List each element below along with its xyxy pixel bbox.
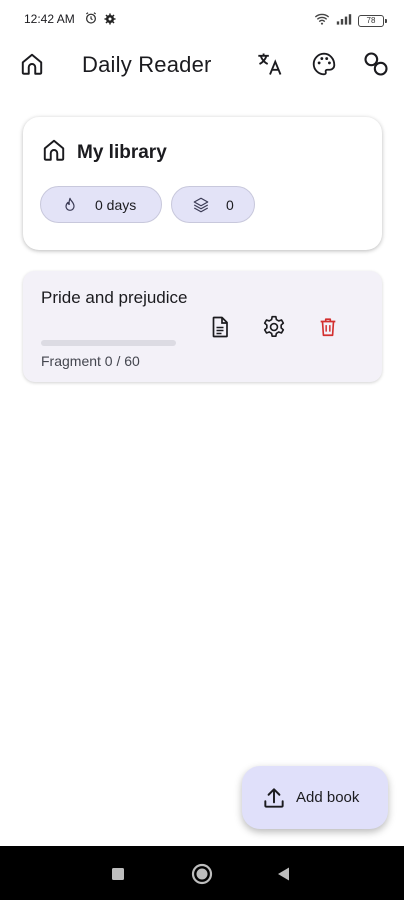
layers-icon: [192, 196, 210, 214]
wifi-icon: [314, 12, 330, 30]
book-title: Pride and prejudice: [41, 288, 188, 307]
upload-icon: [260, 784, 288, 812]
link-icon[interactable]: [360, 48, 392, 80]
add-book-button[interactable]: Add book: [242, 766, 388, 829]
app-bar: Daily Reader: [0, 44, 404, 84]
recents-button[interactable]: [105, 861, 131, 887]
back-button[interactable]: [271, 861, 297, 887]
signal-icon: [336, 12, 352, 30]
flame-icon: [61, 196, 79, 214]
fragment-label: Fragment 0 / 60: [41, 353, 140, 369]
layers-chip-label: 0: [226, 196, 234, 213]
alarm-icon: [84, 11, 98, 30]
add-book-label: Add book: [296, 789, 360, 806]
streak-chip[interactable]: 0 days: [40, 186, 162, 223]
book-card[interactable]: Pride and prejudice Fragment 0 / 60: [23, 271, 382, 382]
app-title: Daily Reader: [82, 52, 212, 77]
home-icon[interactable]: [16, 48, 48, 80]
library-card: My library 0 days 0: [23, 117, 382, 250]
document-icon[interactable]: [204, 311, 236, 343]
status-bar: 12:42 AM 78: [0, 0, 404, 38]
library-header: My library: [41, 137, 167, 168]
status-time: 12:42 AM: [24, 12, 75, 26]
streak-chip-label: 0 days: [95, 196, 137, 213]
layers-chip[interactable]: 0: [171, 186, 255, 223]
library-title: My library: [77, 141, 167, 163]
system-nav-bar: [0, 846, 404, 900]
delete-icon[interactable]: [312, 311, 344, 343]
book-progress-bar: [41, 340, 176, 346]
battery-icon: 78: [358, 15, 387, 27]
settings-gear-icon: [104, 12, 116, 30]
palette-icon[interactable]: [308, 48, 340, 80]
home-button[interactable]: [189, 861, 215, 887]
translate-icon[interactable]: [254, 48, 286, 80]
library-home-icon: [41, 137, 67, 168]
settings-icon[interactable]: [258, 311, 290, 343]
